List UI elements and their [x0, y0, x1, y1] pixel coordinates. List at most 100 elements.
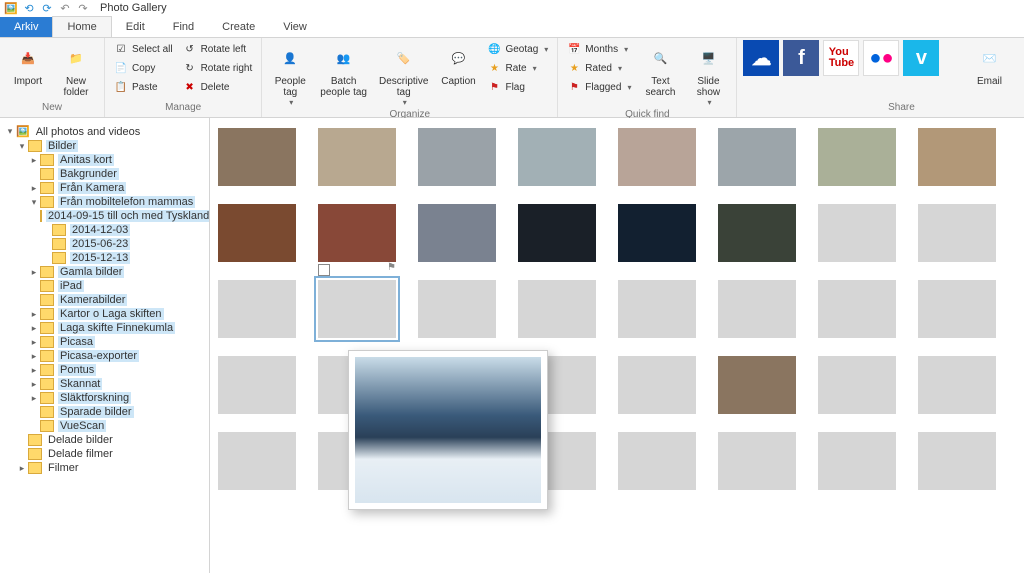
thumbnail[interactable]: [918, 280, 996, 338]
tree-item[interactable]: 2015-12-13: [2, 251, 207, 265]
thumbnail[interactable]: [718, 432, 796, 490]
thumbnail[interactable]: [218, 280, 296, 338]
qat-undo-icon[interactable]: ↶: [58, 1, 72, 15]
chevron-right-icon[interactable]: ▸: [28, 323, 40, 334]
facebook-icon[interactable]: f: [783, 40, 819, 76]
tree-item[interactable]: 2014-12-03: [2, 223, 207, 237]
thumbnail[interactable]: [418, 280, 496, 338]
thumbnail[interactable]: [318, 204, 396, 262]
thumbnail[interactable]: [218, 432, 296, 490]
tree-item[interactable]: ▸Gamla bilder: [2, 265, 207, 279]
thumbnail[interactable]: [618, 280, 696, 338]
tree-item[interactable]: 2015-06-23: [2, 237, 207, 251]
tree-item[interactable]: ▸Picasa-exporter: [2, 349, 207, 363]
chevron-right-icon[interactable]: ▸: [28, 379, 40, 390]
qat-back-icon[interactable]: ⟲: [22, 1, 36, 15]
tree-item[interactable]: ▸Från Kamera: [2, 181, 207, 195]
tree-item[interactable]: ▸Filmer: [2, 461, 207, 475]
thumbnail[interactable]: [618, 432, 696, 490]
thumbnail[interactable]: [818, 432, 896, 490]
thumbnail[interactable]: [518, 280, 596, 338]
delete-button[interactable]: ✖Delete: [180, 78, 256, 97]
vimeo-icon[interactable]: v: [903, 40, 939, 76]
tab-file[interactable]: Arkiv: [0, 17, 52, 37]
thumbnail[interactable]: [718, 204, 796, 262]
tree-item[interactable]: 2014-09-15 till och med Tysklandsre: [2, 209, 207, 223]
thumbnail[interactable]: [918, 204, 996, 262]
chevron-right-icon[interactable]: ▸: [28, 337, 40, 348]
rated-button[interactable]: ★Rated▾: [564, 59, 634, 78]
thumbnail[interactable]: [318, 128, 396, 186]
tree-item[interactable]: ▸Picasa: [2, 335, 207, 349]
thumbnail-area[interactable]: [210, 118, 1024, 573]
thumbnail[interactable]: [718, 128, 796, 186]
thumbnail[interactable]: [718, 280, 796, 338]
chevron-down-icon[interactable]: ▾: [4, 126, 16, 137]
tree-item[interactable]: Delade bilder: [2, 433, 207, 447]
thumbnail[interactable]: [918, 432, 996, 490]
select-all-button[interactable]: ☑Select all: [111, 40, 176, 59]
thumbnail[interactable]: [618, 204, 696, 262]
flagged-button[interactable]: ⚑Flagged▾: [564, 78, 634, 97]
thumbnail[interactable]: [818, 204, 896, 262]
tab-view[interactable]: View: [269, 17, 321, 37]
text-search-button[interactable]: 🔍Text search: [638, 40, 682, 100]
tree-item[interactable]: ▸Kartor o Laga skiften: [2, 307, 207, 321]
tree-item[interactable]: VueScan: [2, 419, 207, 433]
signin-button[interactable]: 👤Sign in: [1015, 40, 1024, 100]
geotag-button[interactable]: 🌐Geotag▾: [484, 40, 551, 59]
tree-item[interactable]: Bakgrunder: [2, 167, 207, 181]
thumbnail[interactable]: [818, 356, 896, 414]
batch-people-tag-button[interactable]: 👥Batch people tag: [316, 40, 371, 100]
chevron-down-icon[interactable]: ▾: [28, 197, 40, 208]
chevron-right-icon[interactable]: ▸: [28, 155, 40, 166]
tree-item[interactable]: ▸Skannat: [2, 377, 207, 391]
youtube-icon[interactable]: YouTube: [823, 40, 859, 76]
tree-root[interactable]: ▾ 🖼️ All photos and videos: [2, 124, 207, 139]
tree-item[interactable]: ▾Bilder: [2, 139, 207, 153]
chevron-right-icon[interactable]: ▸: [28, 183, 40, 194]
flickr-icon[interactable]: ●●: [863, 40, 899, 76]
thumbnail[interactable]: [518, 204, 596, 262]
caption-button[interactable]: 💬Caption: [436, 40, 480, 89]
tree-item[interactable]: Delade filmer: [2, 447, 207, 461]
thumbnail[interactable]: [218, 204, 296, 262]
thumbnail[interactable]: [618, 356, 696, 414]
chevron-right-icon[interactable]: ▸: [28, 267, 40, 278]
thumbnail[interactable]: [918, 128, 996, 186]
tree-item[interactable]: ▸Pontus: [2, 363, 207, 377]
thumbnail[interactable]: [718, 356, 796, 414]
tab-find[interactable]: Find: [159, 17, 208, 37]
tab-create[interactable]: Create: [208, 17, 269, 37]
flag-button[interactable]: ⚑Flag: [484, 78, 551, 97]
tree-item[interactable]: ▸Laga skifte Finnekumla: [2, 321, 207, 335]
months-button[interactable]: 📅Months▾: [564, 40, 634, 59]
descriptive-tag-button[interactable]: 🏷️Descriptive tag▾: [375, 40, 432, 109]
people-tag-button[interactable]: 👤People tag▾: [268, 40, 312, 109]
rotate-right-button[interactable]: ↻Rotate right: [180, 59, 256, 78]
thumbnail[interactable]: [418, 128, 496, 186]
new-folder-button[interactable]: 📁 New folder: [54, 40, 98, 100]
qat-redo-icon[interactable]: ↷: [76, 1, 90, 15]
qat-forward-icon[interactable]: ⟳: [40, 1, 54, 15]
paste-button[interactable]: 📋Paste: [111, 78, 176, 97]
thumbnail[interactable]: [918, 356, 996, 414]
chevron-right-icon[interactable]: ▸: [16, 463, 28, 474]
tree-item[interactable]: Sparade bilder: [2, 405, 207, 419]
rotate-left-button[interactable]: ↺Rotate left: [180, 40, 256, 59]
tab-edit[interactable]: Edit: [112, 17, 159, 37]
thumbnail[interactable]: [418, 204, 496, 262]
email-button[interactable]: ✉️Email: [967, 40, 1011, 89]
onedrive-icon[interactable]: ☁: [743, 40, 779, 76]
chevron-right-icon[interactable]: ▸: [28, 393, 40, 404]
folder-tree[interactable]: ▾ 🖼️ All photos and videos ▾Bilder▸Anita…: [0, 118, 210, 573]
tree-item[interactable]: ▸Anitas kort: [2, 153, 207, 167]
thumbnail[interactable]: [318, 280, 396, 338]
chevron-down-icon[interactable]: ▾: [16, 141, 28, 152]
thumbnail[interactable]: [818, 128, 896, 186]
chevron-right-icon[interactable]: ▸: [28, 351, 40, 362]
tab-home[interactable]: Home: [52, 16, 111, 37]
thumbnail[interactable]: [218, 128, 296, 186]
import-button[interactable]: 📥 Import: [6, 40, 50, 89]
thumbnail[interactable]: [518, 128, 596, 186]
